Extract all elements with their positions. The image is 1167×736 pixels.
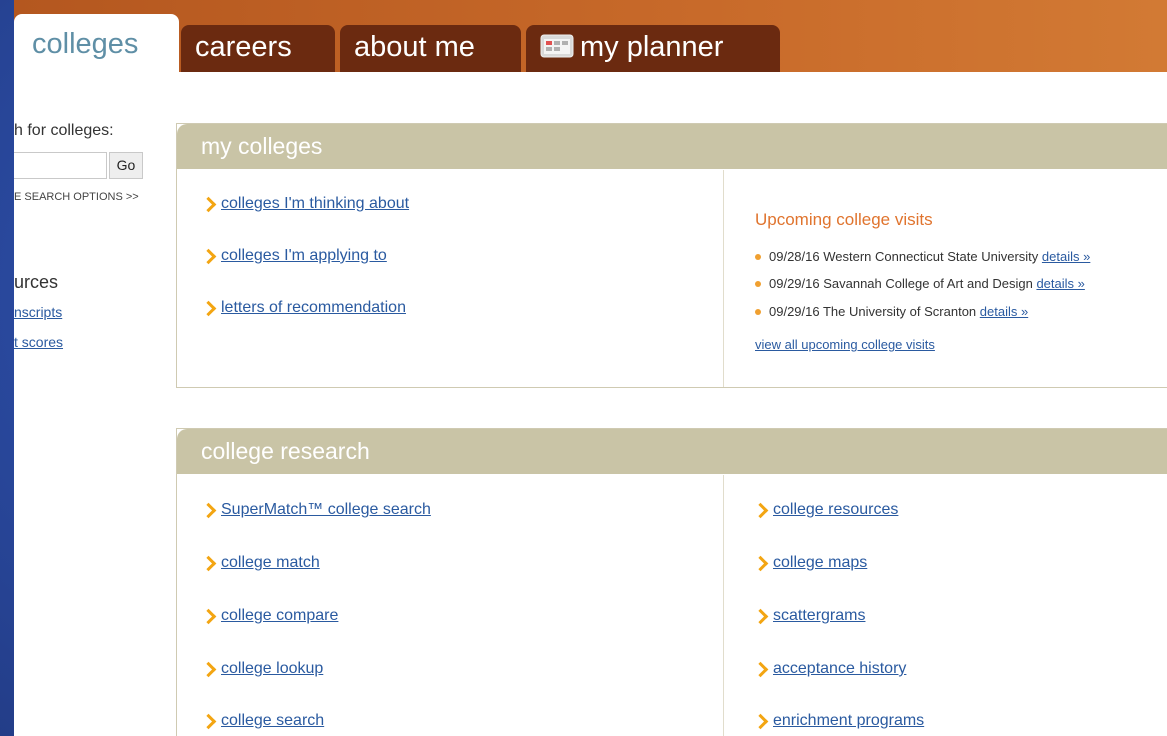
tab-careers[interactable]: careers (181, 25, 335, 72)
visit-details-link[interactable]: details » (980, 304, 1028, 319)
visit-text: 09/29/16 The University of Scranton (769, 304, 977, 319)
college-match-link[interactable]: college match (221, 554, 320, 572)
college-search-link[interactable]: college search (221, 712, 324, 730)
transcripts-link[interactable]: nscripts (14, 304, 62, 320)
visit-row: 09/28/16 Western Connecticut State Unive… (755, 249, 1090, 264)
colleges-applying-to-link[interactable]: colleges I'm applying to (221, 247, 387, 265)
tab-colleges[interactable]: colleges (14, 14, 179, 72)
visit-text: 09/29/16 Savannah College of Art and Des… (769, 276, 1033, 291)
college-maps-link[interactable]: college maps (773, 554, 867, 572)
chevron-right-icon (200, 713, 217, 730)
more-search-options-link[interactable]: E SEARCH OPTIONS >> (14, 191, 139, 203)
letters-of-recommendation-link[interactable]: letters of recommendation (221, 299, 406, 317)
chevron-right-icon (200, 248, 217, 265)
college-lookup-link[interactable]: college lookup (221, 660, 323, 678)
tab-careers-label: careers (195, 31, 292, 63)
my-colleges-header: my colleges (177, 124, 1167, 169)
bullet-icon (755, 309, 761, 315)
chevron-right-icon (752, 608, 769, 625)
tab-my-planner[interactable]: my planner (526, 25, 780, 72)
acceptance-history-link[interactable]: acceptance history (773, 660, 906, 678)
view-all-visits-link[interactable]: view all upcoming college visits (755, 337, 935, 352)
tab-colleges-label: colleges (32, 28, 139, 60)
visit-row: 09/29/16 The University of Scranton deta… (755, 304, 1028, 319)
visit-details-link[interactable]: details » (1042, 249, 1090, 264)
enrichment-programs-link[interactable]: enrichment programs (773, 712, 924, 730)
chevron-right-icon (200, 196, 217, 213)
college-resources-link[interactable]: college resources (773, 501, 898, 519)
bullet-icon (755, 281, 761, 287)
visit-details-link[interactable]: details » (1036, 276, 1084, 291)
visit-row: 09/29/16 Savannah College of Art and Des… (755, 276, 1085, 291)
tab-about-me-label: about me (354, 31, 475, 63)
search-label: h for colleges: (14, 122, 114, 139)
bullet-icon (755, 254, 761, 260)
chevron-right-icon (752, 555, 769, 572)
chevron-right-icon (752, 661, 769, 678)
resources-heading: urces (14, 272, 59, 292)
chevron-right-icon (200, 300, 217, 317)
supermatch-link[interactable]: SuperMatch™ college search (221, 501, 431, 519)
planner-icon (540, 34, 574, 58)
chevron-right-icon (200, 661, 217, 678)
my-colleges-panel: my colleges colleges I'm thinking about … (176, 123, 1167, 388)
chevron-right-icon (752, 502, 769, 519)
visit-text: 09/28/16 Western Connecticut State Unive… (769, 249, 1039, 264)
panel-divider (723, 170, 724, 387)
college-research-panel: college research SuperMatch™ college sea… (176, 428, 1167, 736)
upcoming-visits-title: Upcoming college visits (755, 210, 933, 229)
chevron-right-icon (200, 555, 217, 572)
chevron-right-icon (200, 608, 217, 625)
tab-about-me[interactable]: about me (340, 25, 521, 72)
colleges-thinking-about-link[interactable]: colleges I'm thinking about (221, 195, 409, 213)
test-scores-link[interactable]: t scores (14, 334, 63, 350)
college-research-header: college research (177, 429, 1167, 474)
panel-divider (723, 475, 724, 736)
chevron-right-icon (200, 502, 217, 519)
go-button[interactable]: Go (109, 152, 143, 179)
scattergrams-link[interactable]: scattergrams (773, 607, 865, 625)
search-input[interactable] (14, 152, 107, 179)
college-compare-link[interactable]: college compare (221, 607, 338, 625)
chevron-right-icon (752, 713, 769, 730)
tab-my-planner-label: my planner (580, 31, 724, 63)
